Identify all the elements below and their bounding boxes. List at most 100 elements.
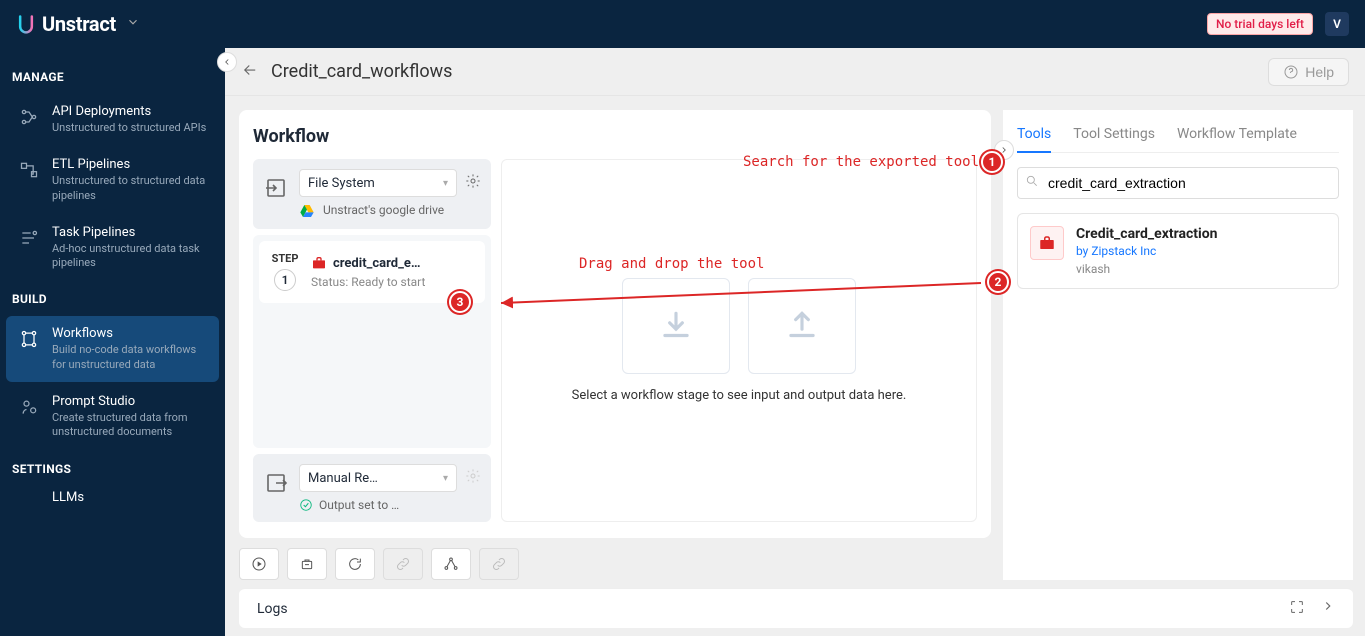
- step-label: STEP: [271, 253, 299, 265]
- tools-panel: Tools Tool Settings Workflow Template Cr…: [1003, 110, 1353, 580]
- main: Credit_card_workflows Help Workflow: [225, 48, 1365, 636]
- sidebar-item-label: Workflows: [52, 326, 207, 341]
- run-button[interactable]: [239, 548, 279, 580]
- input-type-value: File System: [308, 176, 375, 191]
- drop-box-output[interactable]: [748, 278, 856, 374]
- search-wrap: [1017, 167, 1339, 199]
- chevron-down-icon: ▾: [443, 473, 448, 484]
- logo[interactable]: Unstract: [16, 12, 116, 36]
- avatar[interactable]: V: [1325, 12, 1349, 36]
- reload-button[interactable]: [335, 548, 375, 580]
- help-label: Help: [1305, 64, 1334, 80]
- sidebar-item-llms[interactable]: LLMs: [6, 486, 219, 514]
- output-type-value: Manual Re…: [308, 471, 378, 486]
- sidebar-heading-build: BUILD: [0, 282, 225, 314]
- topbar-right: No trial days left V: [1207, 12, 1349, 36]
- help-icon: [1283, 64, 1299, 80]
- input-type-select[interactable]: File System ▾: [299, 169, 457, 197]
- tools-tabs: Tools Tool Settings Workflow Template: [1017, 120, 1339, 153]
- tool-name: Credit_card_extraction: [1076, 226, 1326, 242]
- sidebar-item-workflows[interactable]: Workflows Build no-code data workflows fo…: [6, 316, 219, 382]
- api-icon: [18, 106, 40, 128]
- sidebar-item-sub: Unstructured to structured data pipeline…: [52, 174, 207, 203]
- workflow-card: Workflow File System ▾: [239, 110, 991, 538]
- logo-icon: [16, 14, 36, 34]
- workflow-column: Workflow File System ▾: [239, 110, 991, 580]
- tab-tool-settings[interactable]: Tool Settings: [1073, 120, 1155, 152]
- link-button-2: [479, 548, 519, 580]
- help-button[interactable]: Help: [1268, 58, 1349, 86]
- sidebar-item-label: Task Pipelines: [52, 225, 207, 240]
- sidebar-item-sub: Unstructured to structured APIs: [52, 121, 206, 135]
- briefcase-icon: [1038, 234, 1056, 252]
- tools-collapse-button[interactable]: [994, 140, 1014, 160]
- sidebar-item-task-pipelines[interactable]: Task Pipelines Ad-hoc unstructured data t…: [6, 215, 219, 281]
- input-settings-button[interactable]: [465, 173, 481, 193]
- body: MANAGE API DeploymentsUnstructured to st…: [0, 48, 1365, 636]
- input-block: File System ▾ Unstract's google drive: [253, 159, 491, 229]
- tab-tools[interactable]: Tools: [1017, 120, 1051, 152]
- sidebar-item-label: LLMs: [52, 490, 84, 505]
- chevron-down-icon[interactable]: [126, 15, 140, 33]
- share-button[interactable]: [431, 548, 471, 580]
- tool-author: by Zipstack Inc: [1076, 244, 1326, 258]
- chevron-down-icon: ▾: [443, 178, 448, 189]
- topbar: Unstract No trial days left V: [0, 0, 1365, 48]
- search-icon: [1025, 174, 1039, 192]
- page-title: Credit_card_workflows: [271, 61, 452, 82]
- sidebar-collapse-button[interactable]: [217, 52, 237, 72]
- cache-button[interactable]: [287, 548, 327, 580]
- topbar-left: Unstract: [16, 12, 140, 36]
- tool-card[interactable]: Credit_card_extraction by Zipstack Inc v…: [1017, 213, 1339, 289]
- steps-list: STEP 1 credit_card_e… Status: Ready: [253, 235, 491, 448]
- prompt-studio-icon: [18, 396, 40, 418]
- link-button-1: [383, 548, 423, 580]
- tab-workflow-template[interactable]: Workflow Template: [1177, 120, 1297, 152]
- drop-box-input[interactable]: [622, 278, 730, 374]
- chevron-right-icon[interactable]: [1321, 599, 1335, 619]
- search-input[interactable]: [1017, 167, 1339, 199]
- workflow-canvas[interactable]: Select a workflow stage to see input and…: [501, 159, 977, 522]
- toolbar-row: [239, 538, 991, 580]
- workflow-steps-column: File System ▾ Unstract's google drive: [253, 159, 491, 522]
- output-block: Manual Re… ▾ Output set to …: [253, 454, 491, 522]
- llm-icon: [18, 492, 40, 514]
- sidebar-item-etl-pipelines[interactable]: ETL Pipelines Unstructured to structured …: [6, 147, 219, 213]
- step-number: 1: [274, 269, 296, 291]
- google-drive-icon: [299, 203, 315, 219]
- step-card[interactable]: STEP 1 credit_card_e… Status: Ready: [259, 241, 485, 303]
- canvas-hint: Select a workflow stage to see input and…: [572, 388, 907, 403]
- step-name: credit_card_e…: [333, 256, 421, 271]
- logs-bar[interactable]: Logs: [239, 588, 1353, 628]
- workspace: Workflow File System ▾: [225, 96, 1365, 580]
- sidebar-item-sub: Ad-hoc unstructured data task pipelines: [52, 242, 207, 271]
- sidebar-item-sub: Build no-code data workflows for unstruc…: [52, 343, 207, 372]
- output-type-select[interactable]: Manual Re… ▾: [299, 464, 457, 492]
- briefcase-icon: [311, 255, 327, 271]
- sidebar-item-label: ETL Pipelines: [52, 157, 207, 172]
- input-icon: [263, 175, 289, 201]
- etl-icon: [18, 159, 40, 181]
- check-circle-icon: [299, 498, 313, 512]
- output-icon: [263, 470, 289, 496]
- output-settings-button[interactable]: [465, 468, 481, 488]
- workflow-icon: [18, 328, 40, 350]
- page-header: Credit_card_workflows Help: [225, 48, 1365, 96]
- sidebar-item-label: Prompt Studio: [52, 394, 207, 409]
- step-status: Status: Ready to start: [311, 275, 473, 289]
- sidebar: MANAGE API DeploymentsUnstructured to st…: [0, 48, 225, 636]
- input-source-label: Unstract's google drive: [323, 203, 444, 219]
- sidebar-item-sub: Create structured data from unstructured…: [52, 411, 207, 440]
- brand-text: Unstract: [42, 12, 116, 36]
- logs-label: Logs: [257, 601, 288, 617]
- sidebar-item-prompt-studio[interactable]: Prompt Studio Create structured data from…: [6, 384, 219, 450]
- sidebar-heading-settings: SETTINGS: [0, 452, 225, 484]
- tool-icon-box: [1030, 226, 1064, 260]
- sidebar-item-label: API Deployments: [52, 104, 206, 119]
- workflow-heading: Workflow: [253, 126, 977, 147]
- sidebar-item-api-deployments[interactable]: API Deployments Unstructured to structure…: [6, 94, 219, 145]
- tool-user: vikash: [1076, 262, 1326, 276]
- output-status-text: Output set to …: [319, 498, 399, 512]
- expand-icon[interactable]: [1289, 599, 1305, 619]
- back-icon[interactable]: [241, 61, 259, 83]
